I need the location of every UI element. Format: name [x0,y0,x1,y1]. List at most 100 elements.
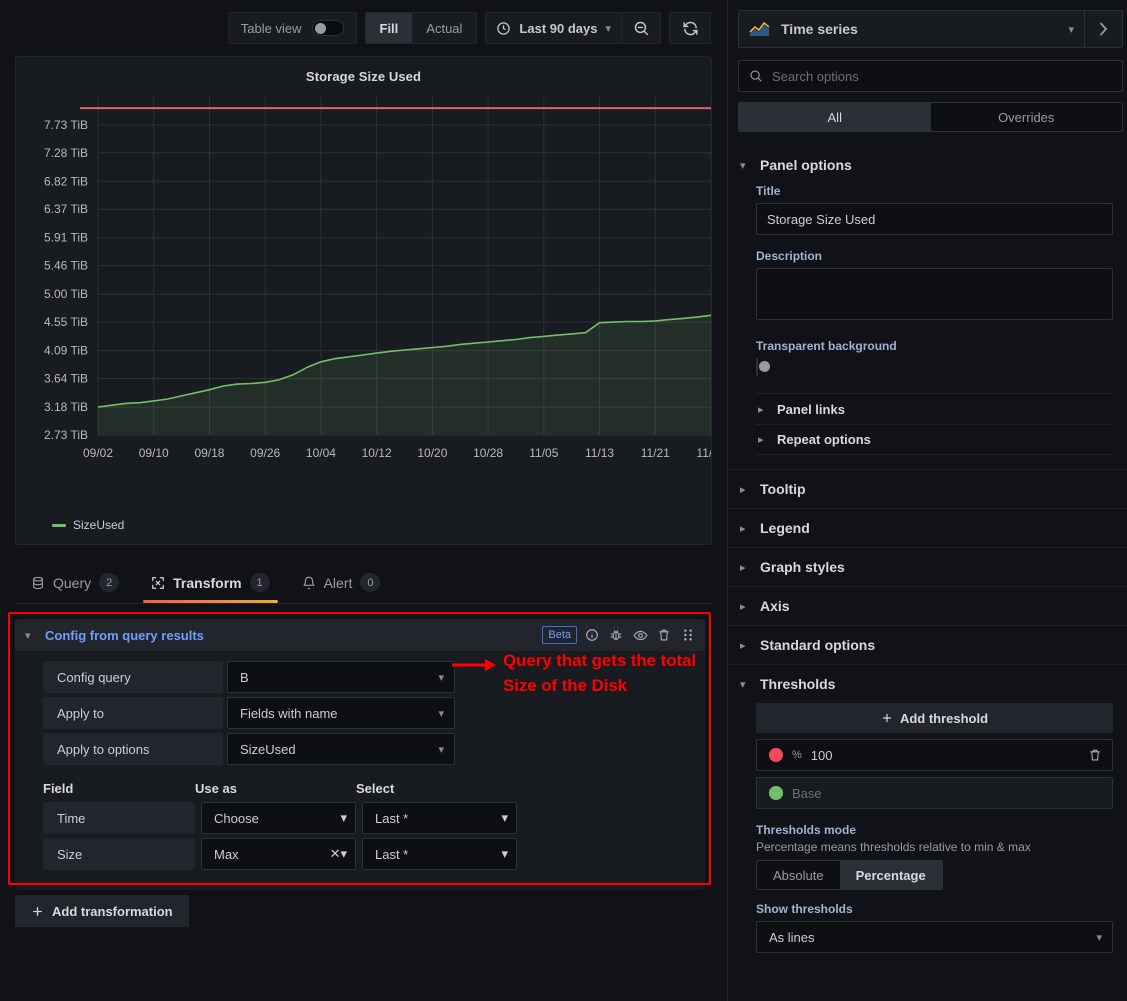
select-reducer-size[interactable]: Last * ▾ [362,838,517,870]
threshold-color-dot[interactable] [769,748,783,762]
section-legend: ▸ Legend [728,508,1127,547]
svg-text:10/04: 10/04 [306,446,336,460]
config-query-select[interactable]: B ▾ [227,661,455,693]
info-icon[interactable] [583,626,601,644]
section-title: Graph styles [760,559,845,575]
svg-text:11/13: 11/13 [585,446,614,460]
tab-alert-badge: 0 [360,573,381,592]
subsection-repeat-options[interactable]: ▸ Repeat options [756,424,1113,455]
column-header-field: Field [43,781,74,796]
mode-percentage-button[interactable]: Percentage [839,861,942,889]
config-query-value: B [240,669,249,685]
time-range-label: Last 90 days [519,20,598,36]
eye-icon[interactable] [631,626,649,644]
chart-legend: SizeUsed [52,518,124,532]
actual-button[interactable]: Actual [412,13,476,43]
apply-to-options-select[interactable]: SizeUsed ▾ [227,733,455,765]
zoom-out-button[interactable] [622,13,660,43]
options-pane: Time series ▾ All Overrides ▾ Panel opti… [727,0,1127,1001]
drag-handle-icon[interactable] [679,626,697,644]
svg-text:3.18 TiB: 3.18 TiB [44,400,88,414]
section-header-axis[interactable]: ▸ Axis [728,587,1127,625]
chevron-down-icon[interactable]: ▾ [25,629,37,642]
tab-overrides[interactable]: Overrides [931,103,1123,131]
time-series-chart[interactable]: 7.73 TiB 7.28 TiB 6.82 TiB 6.37 TiB 5.91 TiB… [16,87,711,507]
section-header-panel-options[interactable]: ▾ Panel options [728,146,1127,184]
transparent-background-label: Transparent background [756,339,897,353]
subsection-panel-links[interactable]: ▸ Panel links [756,393,1113,424]
tab-query[interactable]: Query 2 [15,562,135,603]
debug-icon[interactable] [607,626,625,644]
select-reducer-time[interactable]: Last * ▾ [362,802,517,834]
use-as-value-size: Max [214,846,239,862]
chevron-down-icon: ▾ [1096,931,1102,944]
table-view-toggle[interactable]: Table view [227,12,357,44]
search-icon [749,69,763,83]
panel-preview-title: Storage Size Used [305,69,422,84]
transform-icon [151,576,165,590]
thresholds-mode-segment: Absolute Percentage [756,860,943,890]
section-header-standard-options[interactable]: ▸ Standard options [728,626,1127,664]
editor-toolbar: Table view Fill Actual Last 90 days ▾ [0,0,727,56]
tab-transform[interactable]: Transform 1 [135,562,285,603]
tab-all[interactable]: All [739,103,931,131]
transparent-background-switch[interactable] [756,358,770,377]
panel-description-textarea[interactable] [756,268,1113,320]
section-header-tooltip[interactable]: ▸ Tooltip [728,470,1127,508]
search-input[interactable] [772,68,1112,84]
table-row: Size Max ✕ ▾ Last * ▾ [43,838,705,870]
panel-preview: Storage Size Used 7.73 TiB 7.28 TiB 6.82 T… [15,56,712,545]
svg-text:5.91 TiB: 5.91 TiB [44,231,88,245]
add-threshold-label: Add threshold [899,710,989,726]
legend-series-name[interactable]: SizeUsed [73,518,124,532]
svg-text:10/12: 10/12 [362,446,392,460]
threshold-color-dot[interactable] [769,786,783,800]
use-as-select-size[interactable]: Max ✕ ▾ [201,838,356,870]
section-header-thresholds[interactable]: ▾ Thresholds [728,665,1127,703]
section-graph-styles: ▸ Graph styles [728,547,1127,586]
description-field-label: Description [756,249,823,263]
mode-absolute-button[interactable]: Absolute [757,861,840,889]
use-as-select-time[interactable]: Choose ▾ [201,802,356,834]
svg-text:7.73 TiB: 7.73 TiB [44,118,88,132]
search-options-field[interactable] [738,60,1123,92]
visualization-select[interactable]: Time series ▾ [739,11,1084,47]
apply-to-options-row: Apply to options SizeUsed ▾ [43,733,705,765]
threshold-item-100[interactable]: % 100 [756,739,1113,771]
add-threshold-button[interactable]: Add threshold [756,703,1113,733]
trash-icon[interactable] [655,626,673,644]
options-list: ▾ Panel options Title Description Transp… [728,146,1127,971]
chevron-right-icon: ▸ [740,639,746,652]
svg-text:11/05: 11/05 [529,446,558,460]
chevron-right-icon [1100,22,1108,36]
chevron-down-icon: ▾ [501,810,508,825]
section-standard-options: ▸ Standard options [728,625,1127,664]
table-view-switch[interactable] [311,20,344,36]
section-tooltip: ▸ Tooltip [728,469,1127,508]
fill-button[interactable]: Fill [365,13,413,43]
toggle-options-pane-button[interactable] [1084,11,1122,47]
tab-alert[interactable]: Alert 0 [286,562,397,603]
transformation-header[interactable]: ▾ Config from query results Beta [15,619,705,651]
time-range-button[interactable]: Last 90 days ▾ [496,21,621,36]
trash-icon[interactable] [1086,746,1104,764]
apply-to-value: Fields with name [240,705,338,721]
chevron-down-icon: ▾ [740,159,746,172]
section-body-thresholds: Add threshold % 100 Base Thresholds mode… [728,703,1127,971]
section-panel-options: ▾ Panel options Title Description Transp… [728,146,1127,469]
column-header-use-as: Use as [195,781,237,796]
refresh-button[interactable] [670,13,710,43]
section-header-legend[interactable]: ▸ Legend [728,509,1127,547]
editor-tabs: Query 2 Transform 1 Alert 0 [15,562,712,604]
section-header-graph-styles[interactable]: ▸ Graph styles [728,548,1127,586]
apply-to-select[interactable]: Fields with name ▾ [227,697,455,729]
show-thresholds-label: Show thresholds [756,902,853,916]
time-series-icon [749,21,771,37]
close-icon[interactable]: ✕ [330,846,341,862]
panel-title-input[interactable] [756,203,1113,235]
add-transformation-button[interactable]: Add transformation [15,895,189,927]
threshold-value[interactable]: 100 [811,748,1077,763]
show-thresholds-select[interactable]: As lines ▾ [756,921,1113,953]
svg-text:09/10: 09/10 [139,446,169,460]
svg-text:6.37 TiB: 6.37 TiB [44,202,88,216]
